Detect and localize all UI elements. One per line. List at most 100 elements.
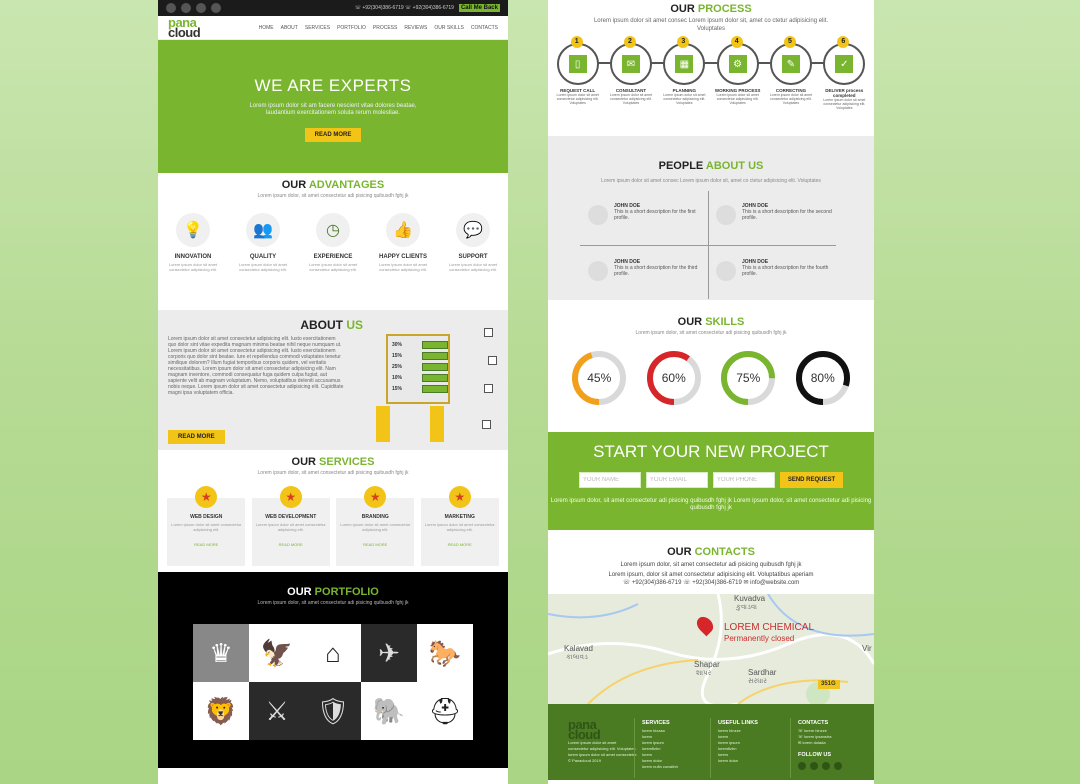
- advantage-text: Lorem ipsum dolor sit amet consectetur a…: [168, 262, 218, 272]
- elephant-logo-tile[interactable]: 🐘: [361, 682, 417, 740]
- about-paragraph: Lorem ipsum dolor sit amet consectetur a…: [168, 336, 344, 396]
- linkedin-icon[interactable]: [834, 762, 842, 770]
- star-icon: ★: [279, 486, 302, 508]
- thumbs-up-icon: 👍: [386, 213, 420, 247]
- plan-icon: ▦: [675, 55, 694, 73]
- footer-link[interactable]: lorem nufin consitbh: [642, 764, 712, 770]
- logo[interactable]: pana cloud: [168, 16, 201, 39]
- advantage-item: 💡 INNOVATION Lorem ipsum dolor sit amet co…: [165, 213, 221, 272]
- footer-logo[interactable]: pana cloud: [568, 718, 638, 741]
- skill-percent: 60%: [661, 371, 686, 385]
- footer: pana cloud Lorem ipsum dolor sit amet con…: [548, 704, 874, 780]
- chat-icon: 💬: [456, 213, 490, 247]
- shield-logo-tile[interactable]: 🛡: [305, 682, 361, 740]
- service-read-more-link[interactable]: READ MORE: [336, 542, 414, 547]
- service-title: MARKETING: [444, 514, 475, 520]
- helmet-logo-tile[interactable]: ⛑: [417, 682, 473, 740]
- nav-about[interactable]: ABOUT: [281, 25, 298, 31]
- profile-description: This is a short description for the four…: [742, 265, 829, 277]
- step-text: Lorem ipsum dolor sit amet consectetur a…: [609, 93, 653, 105]
- pin-title: LOREM CHEMICAL: [724, 622, 815, 633]
- wings-logo-tile[interactable]: ✈: [361, 624, 417, 682]
- services-title: OUR SERVICES: [158, 456, 508, 468]
- twitter-icon[interactable]: [810, 762, 818, 770]
- nav-contacts[interactable]: CONTACTS: [471, 25, 498, 31]
- step-number: 1: [570, 36, 583, 48]
- nav-reviews[interactable]: REVIEWS: [404, 25, 427, 31]
- name-field[interactable]: [578, 472, 641, 488]
- advantage-text: Lorem ipsum dolor sit amet consectetur a…: [238, 262, 288, 272]
- people-subtitle: Lorem ipsum dolor sit amet consec Lorem …: [601, 178, 821, 184]
- profile-card: JOHN DOE This is a short description for …: [716, 203, 836, 225]
- lightbulb-icon: 💡: [176, 213, 210, 247]
- facebook-icon[interactable]: [166, 3, 176, 13]
- contacts-line-2: Lorem ipsum, dolor sit amet consectetur …: [608, 572, 814, 578]
- lion-logo-tile[interactable]: 🦁: [193, 682, 249, 740]
- gears-icon: [482, 420, 491, 429]
- service-card[interactable]: ★ WEB DESIGN Lorem ipsum dolor sit amet co…: [167, 486, 246, 566]
- chat-icon: ✉: [621, 55, 640, 73]
- pin-status: Permanently closed: [724, 634, 795, 643]
- skills-section: OUR SKILLS Lorem ipsum dolor, sit amet c…: [548, 300, 874, 432]
- building-logo-tile[interactable]: ⌂: [305, 624, 361, 682]
- people-grid: JOHN DOE This is a short description for …: [580, 191, 836, 299]
- nav-skills[interactable]: OUR SKILLS: [434, 25, 463, 31]
- portfolio-title: OUR PORTFOLIO: [158, 586, 508, 598]
- advantage-item: ◷ EXPERIENCE Lorem ipsum dolor sit amet co…: [305, 213, 361, 272]
- clock-icon: ◷: [316, 213, 350, 247]
- hero-read-more-button[interactable]: READ MORE: [304, 128, 362, 142]
- crown-logo-tile[interactable]: ♛: [193, 624, 249, 682]
- process-section: OUR PROCESS Lorem ipsum dolor sit amet c…: [548, 0, 874, 136]
- location-map[interactable]: LOREM CHEMICAL Permanently closed Kuvadv…: [548, 594, 874, 704]
- nav-process[interactable]: PROCESS: [373, 25, 397, 31]
- footer-link[interactable]: lorem dolor: [718, 758, 788, 764]
- about-read-more-button[interactable]: READ MORE: [168, 430, 225, 444]
- nav-portfolio[interactable]: PORTFOLIO: [337, 25, 366, 31]
- title-accent: SKILLS: [705, 316, 745, 328]
- advantage-item: 👍 HAPPY CLIENTS Lorem ipsum dolor sit amet…: [375, 213, 431, 272]
- step-text: Lorem ipsum dolor sit amet consectetur a…: [556, 93, 599, 105]
- service-read-more-link[interactable]: READ MORE: [252, 542, 330, 547]
- service-card[interactable]: ★ MARKETING Lorem ipsum dolor sit amet con…: [420, 486, 499, 566]
- nav-home[interactable]: HOME: [259, 25, 274, 31]
- footer-about: pana cloud Lorem ipsum dolor sit amet con…: [568, 718, 638, 764]
- badge-logo-tile[interactable]: ⚔: [249, 682, 305, 740]
- service-read-more-link[interactable]: READ MORE: [167, 542, 245, 547]
- service-title: WEB DEVELOPMENT: [265, 514, 317, 520]
- facebook-icon[interactable]: [798, 762, 806, 770]
- horse-logo-tile[interactable]: 🐎: [417, 624, 473, 682]
- eagle-logo-tile[interactable]: 🦅: [249, 624, 305, 682]
- title-part: PEOPLE: [658, 160, 704, 172]
- email-field[interactable]: [645, 472, 708, 488]
- service-read-more-link[interactable]: READ MORE: [421, 542, 499, 547]
- skill-donut: 60%: [645, 349, 703, 407]
- profile-card: JOHN DOE This is a short description for …: [588, 203, 708, 225]
- left-arm: [376, 406, 390, 442]
- phone-field[interactable]: [712, 472, 775, 488]
- percent-label: 30%: [392, 342, 403, 348]
- advantage-label: HAPPY CLIENTS: [379, 254, 427, 260]
- left-page-preview: ☏ +92(304)386-6719 ☏ +92(304)386-6719 Ca…: [158, 0, 508, 784]
- place-label: કુવાડવા: [736, 604, 757, 611]
- chart-bar: [422, 385, 448, 393]
- service-text: Lorem ipsum dolor sit amet consectetur a…: [255, 522, 326, 532]
- advantages-list: 💡 INNOVATION Lorem ipsum dolor sit amet co…: [158, 213, 508, 272]
- instagram-icon[interactable]: [211, 3, 221, 13]
- linkedin-icon[interactable]: [196, 3, 206, 13]
- contacts-line-3: ☏ +92(304)386-6719 ☏ +92(304)386-6719 ✉ …: [622, 580, 800, 586]
- footer-contact: ✉ lorem dolada: [798, 740, 826, 745]
- nav-services[interactable]: SERVICES: [305, 25, 330, 31]
- top-phones: ☏ +92(304)386-6719 ☏ +92(304)386-6719: [354, 5, 454, 11]
- call-me-back-button[interactable]: Call Me Back: [458, 4, 500, 12]
- advantage-label: SUPPORT: [458, 254, 488, 260]
- process-step: 2 ✉ CONSULTANT Lorem ipsum dolor sit amet c…: [607, 36, 655, 110]
- send-request-button[interactable]: SEND REQUEST: [779, 472, 844, 488]
- profile-card: JOHN DOE This is a short description for …: [588, 259, 708, 281]
- phone-icon: ▯: [568, 55, 587, 73]
- title-part: OUR: [281, 179, 307, 191]
- service-card[interactable]: ★ BRANDING Lorem ipsum dolor sit amet cons…: [336, 486, 415, 566]
- instagram-icon[interactable]: [822, 762, 830, 770]
- twitter-icon[interactable]: [181, 3, 191, 13]
- profile-description: This is a short description for the thir…: [614, 265, 698, 277]
- service-card[interactable]: ★ WEB DEVELOPMENT Lorem ipsum dolor sit am…: [251, 486, 330, 566]
